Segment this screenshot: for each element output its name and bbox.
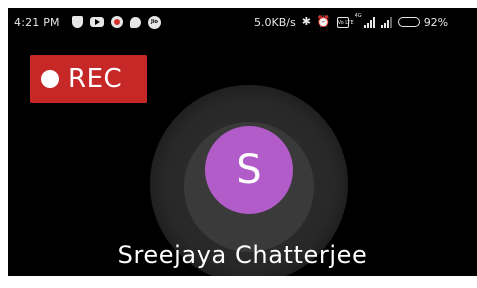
signal-sim2-icon	[380, 16, 392, 28]
recorder-app-icon	[111, 16, 123, 28]
battery-percent: 92%	[423, 15, 449, 29]
battery-icon	[397, 17, 420, 27]
call-recorder-screen: 4:21 PM Jio 5.0KB/s ✱ ⏰ Vo LTE 4G 92% RE…	[0, 0, 477, 288]
rec-button-label: REC	[68, 64, 123, 94]
network-speed: 5.0KB/s	[254, 15, 296, 29]
signal-sim1-icon	[363, 16, 375, 28]
contact-avatar: S	[205, 126, 293, 214]
bluetooth-icon: ✱	[301, 15, 311, 28]
youtube-icon	[90, 17, 104, 27]
notification-icons: Jio	[72, 15, 161, 29]
rec-button[interactable]: REC	[30, 55, 147, 103]
call-screen: 4:21 PM Jio 5.0KB/s ✱ ⏰ Vo LTE 4G 92% RE…	[8, 8, 477, 276]
status-bar: 4:21 PM Jio 5.0KB/s ✱ ⏰ Vo LTE 4G 92%	[8, 8, 477, 36]
status-time: 4:21 PM	[14, 16, 60, 29]
system-status-icons: 5.0KB/s ✱ ⏰ Vo LTE 4G 92%	[254, 14, 448, 30]
contact-name: Sreejaya Chatterjee	[117, 241, 368, 269]
chat-icon	[130, 16, 141, 28]
volte-icon: Vo LTE	[336, 16, 354, 28]
jio-icon: Jio	[148, 15, 161, 29]
lte-label: 4G	[354, 13, 362, 19]
record-dot-icon	[41, 70, 59, 88]
shield-icon	[72, 16, 83, 28]
alarm-icon: ⏰	[316, 15, 331, 28]
